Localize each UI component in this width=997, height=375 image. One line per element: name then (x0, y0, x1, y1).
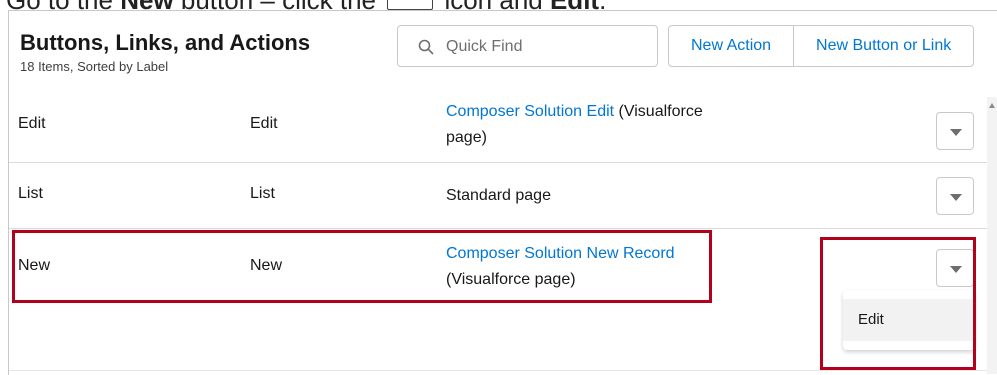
row-name: New (250, 257, 283, 274)
table-row: New New Composer Solution New Record (Vi… (9, 229, 987, 305)
vertical-scrollbar[interactable] (987, 97, 997, 374)
row-actions-menu: Edit (843, 290, 975, 350)
item-count: 18 Items, Sorted by Label (20, 59, 169, 74)
table-row: List List Standard page (9, 163, 987, 229)
row-label: New (18, 257, 51, 274)
row-content: Composer Solution Edit (Visualforce page… (446, 99, 746, 151)
new-button-or-link-button[interactable]: New Button or Link (793, 26, 974, 66)
menu-item-edit[interactable]: Edit (843, 299, 975, 341)
chevron-down-icon (950, 129, 962, 136)
action-button-group: New Action New Button or Link (668, 25, 975, 67)
dropdown-icon (387, 0, 434, 11)
search-box[interactable] (397, 25, 658, 67)
row-content: Standard page (446, 187, 551, 204)
scroll-up-arrow-icon[interactable] (989, 103, 995, 108)
table-row: Edit Edit Composer Solution Edit (Visual… (9, 97, 987, 163)
content-link[interactable]: Composer Solution New Record (446, 245, 675, 262)
chevron-down-icon (950, 266, 962, 273)
quick-find-input[interactable] (444, 35, 648, 59)
row-actions-dropdown-button[interactable] (936, 249, 974, 287)
new-action-button[interactable]: New Action (669, 26, 794, 66)
row-label: List (18, 185, 43, 202)
row-name: List (250, 185, 275, 202)
row-actions-dropdown-button[interactable] (936, 112, 974, 150)
row-label: Edit (18, 115, 46, 132)
row-actions-dropdown-button[interactable] (936, 177, 974, 215)
search-icon (418, 39, 434, 55)
content-type: (Visualforce page) (446, 271, 576, 288)
list-bottom-divider (9, 370, 987, 371)
row-name: Edit (250, 115, 278, 132)
row-content: Composer Solution New Record (Visualforc… (446, 241, 716, 293)
content-link[interactable]: Composer Solution Edit (446, 103, 614, 120)
chevron-down-icon (950, 194, 962, 201)
page-title: Buttons, Links, and Actions (20, 30, 311, 55)
